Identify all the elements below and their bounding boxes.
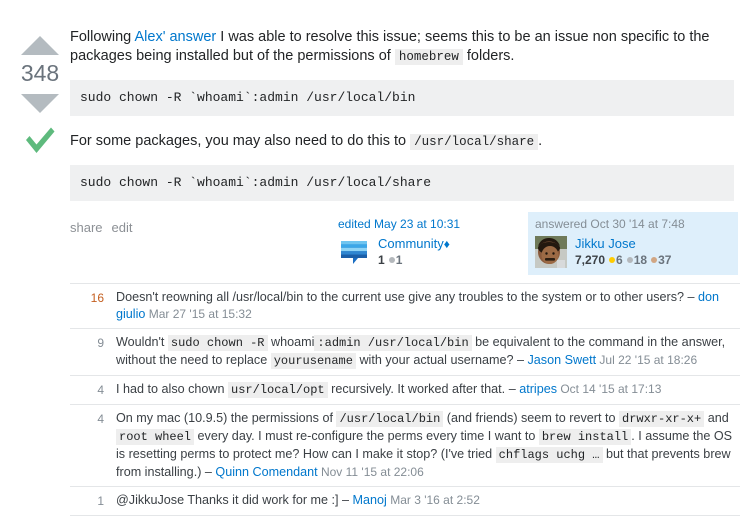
comment-score[interactable]: 16 bbox=[70, 289, 116, 307]
silver-badge-dot-icon bbox=[388, 257, 395, 263]
comment-text-segment: whoami bbox=[267, 335, 315, 349]
edit-link[interactable]: edit bbox=[112, 220, 133, 235]
answer-paragraph-2: For some packages, you may also need to … bbox=[70, 132, 734, 152]
comment-timestamp[interactable]: Mar 3 '16 at 2:52 bbox=[387, 493, 480, 507]
comment-text-segment: On my mac (10.9.5) the permissions of bbox=[116, 411, 337, 425]
comment-text-segment: I had to also chown bbox=[116, 382, 229, 396]
comment-author-link[interactable]: Quinn Comendant bbox=[215, 465, 317, 479]
editor-signature: edited May 23 at 10:31 Community♦ 1 1 bbox=[338, 217, 521, 268]
comment-inline-code: usr/local/opt bbox=[228, 382, 328, 398]
vote-down-arrow-icon[interactable] bbox=[21, 94, 59, 113]
editor-reputation: 1 bbox=[378, 253, 385, 267]
comment-text-segment: with your actual username? bbox=[355, 353, 517, 367]
comment-row: 16 Doesn't reowning all /usr/local/bin to… bbox=[70, 284, 740, 329]
silver-badge-count: 18 bbox=[633, 253, 648, 267]
silver-badge-dot-icon bbox=[626, 257, 633, 263]
silver-badge-count: 1 bbox=[395, 253, 403, 267]
moderator-diamond-icon: ♦ bbox=[443, 237, 450, 251]
comment-text-segment: recursively. It worked after that. bbox=[327, 382, 509, 396]
paragraph-2-tail: . bbox=[538, 133, 543, 149]
vote-cell: 348 bbox=[16, 36, 64, 159]
comment-timestamp[interactable]: Nov 11 '15 at 22:06 bbox=[318, 465, 424, 479]
comment-score[interactable]: 9 bbox=[70, 334, 116, 352]
comment-text-segment: Doesn't reowning all /usr/local/bin to t… bbox=[116, 290, 688, 304]
paragraph-1-tail: folders. bbox=[462, 48, 515, 64]
comment-score[interactable]: 4 bbox=[70, 410, 116, 428]
accepted-answer-checkmark-icon[interactable] bbox=[16, 125, 64, 159]
share-link[interactable]: share bbox=[70, 220, 103, 235]
comment-inline-code: sudo chown -R bbox=[167, 335, 268, 351]
comment-inline-code: chflags uchg … bbox=[495, 447, 603, 463]
comment-timestamp[interactable]: Mar 27 '15 at 15:32 bbox=[145, 307, 252, 321]
comment-text: Wouldn't sudo chown -R whoami:admin /usr… bbox=[116, 334, 740, 370]
comment-row: 4I had to also chown usr/local/opt recur… bbox=[70, 376, 740, 405]
silver-badge[interactable]: 18 bbox=[626, 253, 648, 267]
comment-inline-code: yourusename bbox=[270, 353, 356, 369]
comment-text: @JikkuJose Thanks it did work for me :] … bbox=[116, 492, 740, 509]
code-block-chown-share: sudo chown -R `whoami`:admin /usr/local/… bbox=[70, 165, 734, 201]
answer-post: 348 Following Alex' answer I was able to… bbox=[0, 0, 748, 516]
comment-text: On my mac (10.9.5) the permissions of /u… bbox=[116, 410, 740, 481]
comment-row: 4 On my mac (10.9.5) the permissions of /… bbox=[70, 405, 740, 487]
comment-separator: – bbox=[516, 353, 528, 367]
comment-inline-code: :admin /usr/local/bin bbox=[314, 335, 472, 351]
inline-code-homebrew: homebrew bbox=[394, 49, 463, 65]
comment-text-segment: @JikkuJose Thanks it did work for me :] bbox=[116, 493, 343, 507]
owner-username-link[interactable]: Jikku Jose bbox=[575, 236, 636, 251]
editor-reputation-row: 11 bbox=[378, 253, 521, 267]
alex-answer-link[interactable]: Alex' answer bbox=[134, 29, 216, 45]
owner-reputation-row: 7,270 6 18 37 bbox=[575, 253, 731, 267]
comment-text-segment: every day. I must re-configure the perms… bbox=[194, 429, 539, 443]
owner-signature-card: answered Oct 30 '14 at 7:48 Jikku Jose 7… bbox=[528, 212, 738, 275]
inline-code-usr-local-share: /usr/local/share bbox=[410, 134, 539, 150]
post-meta-row: share edit edited May 23 at 10:31 Commun… bbox=[70, 212, 748, 283]
comment-score[interactable]: 1 bbox=[70, 492, 116, 510]
gold-badge-dot-icon bbox=[609, 257, 616, 263]
owner-reputation: 7,270 bbox=[575, 253, 606, 267]
comment-timestamp[interactable]: Jul 22 '15 at 18:26 bbox=[596, 353, 697, 367]
comment-row: 1 @JikkuJose Thanks it did work for me :]… bbox=[70, 487, 740, 516]
silver-badge[interactable]: 1 bbox=[388, 253, 403, 267]
answered-timestamp: answered Oct 30 '14 at 7:48 bbox=[535, 217, 685, 231]
comment-author-link[interactable]: Manoj bbox=[353, 493, 387, 507]
post-menu: share edit bbox=[70, 220, 142, 235]
code-block-chown-bin: sudo chown -R `whoami`:admin /usr/local/… bbox=[70, 80, 734, 116]
comment-author-link[interactable]: Jason Swett bbox=[527, 353, 596, 367]
comment-text: Doesn't reowning all /usr/local/bin to t… bbox=[116, 289, 740, 323]
comment-inline-code: drwxr-xr-x+ bbox=[619, 411, 705, 427]
comment-timestamp[interactable]: Oct 14 '15 at 17:13 bbox=[557, 382, 661, 396]
comment-text-segment: and bbox=[704, 411, 729, 425]
comment-score[interactable]: 4 bbox=[70, 381, 116, 399]
vote-count: 348 bbox=[20, 60, 60, 86]
comment-inline-code: brew install bbox=[538, 429, 632, 445]
comment-inline-code: root wheel bbox=[116, 429, 195, 445]
comment-separator: – bbox=[508, 382, 520, 396]
comments-list: 16 Doesn't reowning all /usr/local/bin to… bbox=[70, 283, 740, 516]
comment-separator: – bbox=[342, 493, 353, 507]
comment-text: I had to also chown usr/local/opt recurs… bbox=[116, 381, 740, 399]
answer-body: Following Alex' answer I was able to res… bbox=[70, 28, 734, 201]
comment-text-segment: (and friends) seem to revert to bbox=[443, 411, 619, 425]
community-avatar[interactable] bbox=[338, 236, 370, 268]
gold-badge-count: 6 bbox=[616, 253, 623, 267]
paragraph-1-lead: Following bbox=[70, 29, 135, 45]
comment-separator: – bbox=[204, 465, 216, 479]
vote-up-arrow-icon[interactable] bbox=[21, 36, 59, 55]
gold-badge[interactable]: 6 bbox=[609, 253, 623, 267]
comment-author-link[interactable]: atripes bbox=[519, 382, 557, 396]
editor-username-link[interactable]: Community bbox=[378, 236, 444, 251]
edited-timestamp[interactable]: edited May 23 at 10:31 bbox=[338, 217, 521, 232]
comment-separator: – bbox=[687, 290, 699, 304]
user-avatar-jikku-jose[interactable] bbox=[535, 236, 567, 268]
comment-row: 9 Wouldn't sudo chown -R whoami:admin /us… bbox=[70, 329, 740, 376]
bronze-badge[interactable]: 37 bbox=[651, 253, 671, 267]
bronze-badge-dot-icon bbox=[651, 257, 658, 263]
bronze-badge-count: 37 bbox=[658, 253, 672, 267]
answer-paragraph-1: Following Alex' answer I was able to res… bbox=[70, 28, 734, 67]
comment-inline-code: /usr/local/bin bbox=[336, 411, 444, 427]
comment-text-segment: Wouldn't bbox=[116, 335, 168, 349]
paragraph-2-lead: For some packages, you may also need to … bbox=[70, 133, 411, 149]
